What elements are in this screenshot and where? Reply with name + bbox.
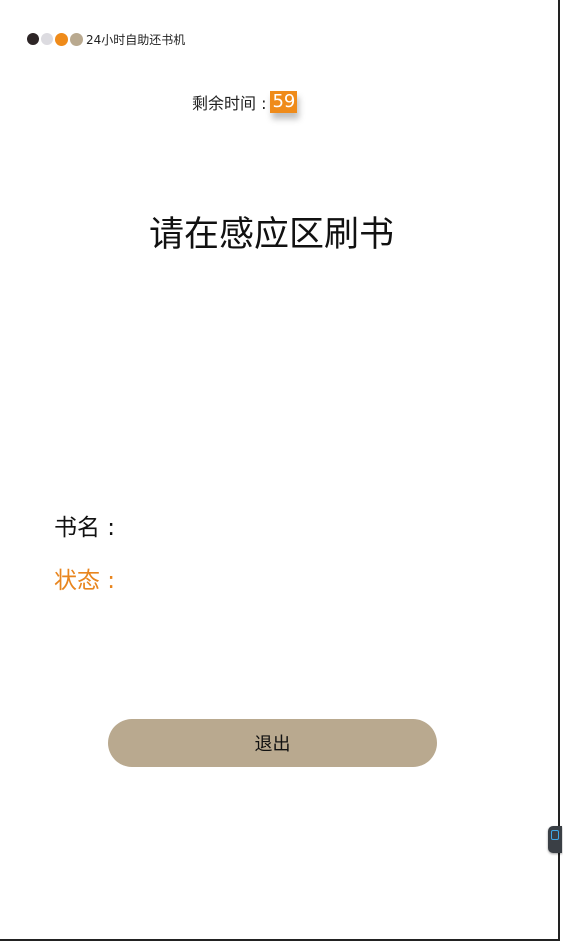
floating-side-widget[interactable] [548, 826, 562, 853]
floating-tool-icon [551, 830, 559, 840]
scan-prompt: 请在感应区刷书 [148, 215, 394, 255]
book-name-label: 书名 : [54, 515, 116, 541]
app-title: 24小时自助还书机 [86, 32, 186, 47]
window-dot-light [41, 33, 53, 45]
screen-frame [0, 0, 560, 941]
status-label: 状态 : [54, 568, 116, 594]
timer-label: 剩余时间 : [192, 94, 267, 113]
window-dot-tan [70, 32, 83, 46]
countdown-timer: 剩余时间 : 59 [192, 90, 298, 114]
timer-value: 59 [270, 91, 298, 113]
window-dot-dark [27, 33, 39, 45]
window-dot-orange [55, 32, 68, 46]
exit-button[interactable]: 退出 [108, 719, 437, 767]
app-header: 24小时自助还书机 [27, 31, 185, 47]
